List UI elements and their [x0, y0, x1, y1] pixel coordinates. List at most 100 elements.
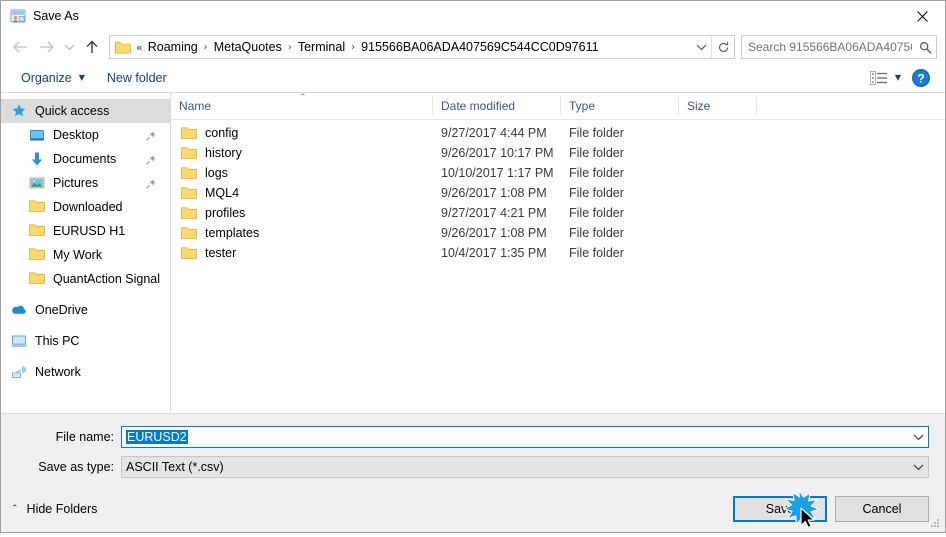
cancel-button[interactable]: Cancel [835, 496, 929, 522]
svg-text:?: ? [917, 71, 924, 85]
table-row[interactable]: templates 9/26/2017 1:08 PM File folder [171, 223, 945, 243]
search-input[interactable] [742, 39, 914, 55]
help-button[interactable]: ? [911, 68, 931, 88]
address-dropdown-button[interactable] [691, 36, 711, 58]
column-header-type[interactable]: Type [561, 97, 679, 115]
table-row[interactable]: tester 10/4/2017 1:35 PM File folder [171, 243, 945, 263]
back-button[interactable] [7, 34, 33, 60]
help-icon: ? [912, 68, 930, 87]
table-row[interactable]: history 9/26/2017 10:17 PM File folder [171, 143, 945, 163]
close-button[interactable] [899, 1, 945, 31]
sidebar-item-documents[interactable]: Documents [1, 147, 170, 171]
breadcrumb: « Roaming › MetaQuotes › Terminal › 9155… [136, 38, 691, 56]
up-button[interactable] [79, 34, 105, 60]
file-name-label: logs [205, 166, 228, 180]
navigation-pane: Quick access Desktop Documents Pictures … [1, 93, 171, 413]
sidebar-item-this-pc[interactable]: This PC [1, 329, 170, 353]
file-name-label: history [205, 146, 242, 160]
sidebar-item-pictures[interactable]: Pictures [1, 171, 170, 195]
table-row[interactable]: logs 10/10/2017 1:17 PM File folder [171, 163, 945, 183]
breadcrumb-item-terminal[interactable]: Terminal [295, 38, 348, 56]
file-name-cell: logs [171, 166, 433, 180]
content-area: Quick access Desktop Documents Pictures … [1, 93, 945, 414]
sidebar-item-label: QuantAction Signal [53, 272, 161, 286]
file-name-combobox[interactable]: EURUSD2 [121, 426, 929, 448]
file-name-row: File name: EURUSD2 [1, 426, 945, 448]
file-rows: config 9/27/2017 4:44 PM File folder his… [171, 120, 945, 413]
breadcrumb-overflow[interactable]: « [136, 41, 145, 54]
sidebar-item-label: EURUSD H1 [53, 224, 126, 238]
sidebar-item-network[interactable]: Network [1, 360, 170, 384]
breadcrumb-item-roaming[interactable]: Roaming [145, 38, 201, 56]
sidebar-item-onedrive[interactable]: OneDrive [1, 298, 170, 322]
sidebar-item-label: Quick access [35, 104, 110, 118]
file-name-cell: templates [171, 226, 433, 240]
file-name-input[interactable]: EURUSD2 [126, 430, 188, 444]
sidebar-item-label: Documents [53, 152, 117, 166]
refresh-button[interactable] [711, 36, 734, 58]
refresh-icon [718, 41, 728, 52]
folder-icon [115, 40, 131, 54]
chevron-down-icon: ▼ [78, 73, 85, 82]
organize-label: Organize [21, 70, 72, 85]
sidebar-item-quantaction-signal[interactable]: QuantAction Signal [1, 267, 170, 291]
file-name-label: tester [205, 246, 237, 260]
column-header-size[interactable]: Size [679, 97, 757, 115]
view-mode-button[interactable]: ▼ [866, 68, 905, 88]
breadcrumb-separator[interactable]: › [348, 42, 358, 53]
search-box[interactable] [741, 35, 937, 59]
file-name-label: File name: [55, 430, 114, 444]
table-row[interactable]: MQL4 9/26/2017 1:08 PM File folder [171, 183, 945, 203]
address-bar[interactable]: « Roaming › MetaQuotes › Terminal › 9155… [109, 35, 735, 59]
breadcrumb-separator[interactable]: › [285, 42, 295, 53]
file-name-dropdown-button[interactable] [908, 433, 928, 441]
sidebar-item-label: This PC [35, 334, 80, 348]
column-header-date-modified[interactable]: Date modified [433, 97, 561, 115]
network-icon [11, 364, 27, 380]
organize-button[interactable]: Organize ▼ [15, 68, 91, 88]
file-date-cell: 10/10/2017 1:17 PM [441, 166, 554, 180]
resize-grip-icon[interactable] [929, 517, 941, 529]
folder-icon [181, 226, 197, 240]
sort-ascending-icon: ⌃ [299, 93, 307, 103]
breadcrumb-item-metaquotes[interactable]: MetaQuotes [211, 38, 285, 56]
file-type-cell: File folder [569, 246, 624, 260]
table-row[interactable]: profiles 9/27/2017 4:21 PM File folder [171, 203, 945, 223]
title-bar: Save As [1, 1, 945, 31]
file-name-cell: tester [171, 246, 433, 260]
sidebar-item-label: My Work [53, 248, 103, 262]
file-name-cell: profiles [171, 206, 433, 220]
breadcrumb-item-instance-id[interactable]: 915566BA06ADA407569C544CC0D97611 [358, 38, 601, 56]
save-as-icon [10, 8, 26, 24]
file-name-label: MQL4 [205, 186, 240, 200]
new-folder-button[interactable]: New folder [101, 68, 173, 88]
save-as-type-dropdown-button[interactable] [908, 463, 928, 471]
sidebar-item-quick-access[interactable]: Quick access [1, 99, 170, 123]
file-type-cell: File folder [569, 206, 624, 220]
sidebar-item-eurusd-h1[interactable]: EURUSD H1 [1, 219, 170, 243]
file-name-value[interactable]: EURUSD2 [122, 430, 908, 444]
breadcrumb-separator[interactable]: › [201, 42, 211, 53]
navigation-bar: « Roaming › MetaQuotes › Terminal › 9155… [1, 31, 945, 63]
folder-icon [181, 166, 197, 180]
folder-icon [29, 271, 45, 287]
sidebar-item-downloaded[interactable]: Downloaded [1, 195, 170, 219]
up-arrow-icon [86, 40, 98, 53]
sidebar-item-my-work[interactable]: My Work [1, 243, 170, 267]
recent-locations-button[interactable] [59, 34, 79, 60]
hide-folders-button[interactable]: ⌃ Hide Folders [11, 502, 97, 516]
forward-button[interactable] [33, 34, 59, 60]
search-icon[interactable] [914, 36, 936, 58]
chevron-down-icon [696, 44, 706, 51]
save-as-type-label: Save as type: [38, 460, 114, 474]
pin-icon [146, 130, 156, 141]
recent-locations-chevron-icon [64, 44, 74, 51]
sidebar-item-desktop[interactable]: Desktop [1, 123, 170, 147]
save-button[interactable]: Save [733, 496, 827, 522]
hide-folders-label: Hide Folders [26, 502, 98, 516]
save-as-type-value: ASCII Text (*.csv) [126, 460, 224, 474]
table-row[interactable]: config 9/27/2017 4:44 PM File folder [171, 123, 945, 143]
save-as-type-combobox[interactable]: ASCII Text (*.csv) [121, 456, 929, 478]
save-as-dialog: Save As « Roaming › MetaQuotes › Termina… [0, 0, 946, 533]
folder-icon [181, 186, 197, 200]
